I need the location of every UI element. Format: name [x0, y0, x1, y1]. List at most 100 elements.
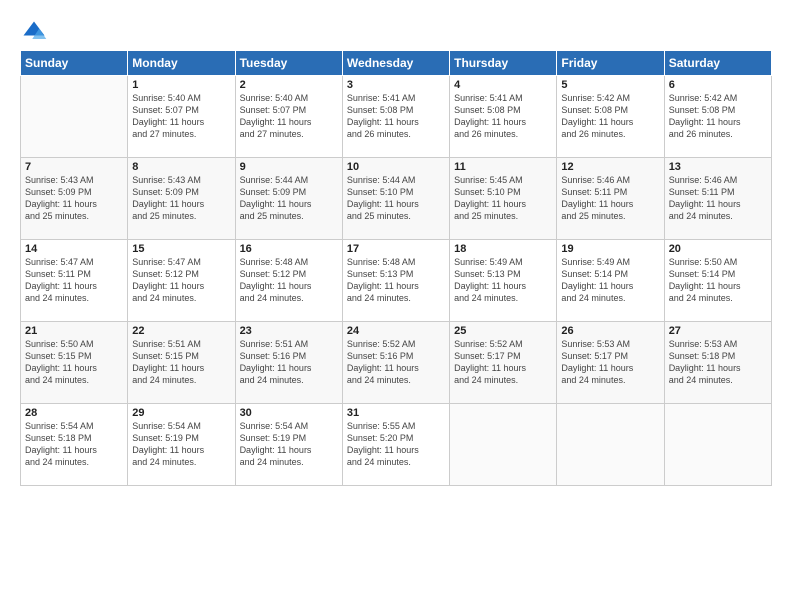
- day-info: Sunrise: 5:54 AM Sunset: 5:18 PM Dayligh…: [25, 420, 123, 469]
- day-number: 16: [240, 243, 338, 255]
- day-number: 19: [561, 243, 659, 255]
- header: [20, 18, 772, 46]
- day-info: Sunrise: 5:51 AM Sunset: 5:15 PM Dayligh…: [132, 338, 230, 387]
- day-info: Sunrise: 5:46 AM Sunset: 5:11 PM Dayligh…: [669, 174, 767, 223]
- day-cell: 13Sunrise: 5:46 AM Sunset: 5:11 PM Dayli…: [664, 158, 771, 240]
- day-info: Sunrise: 5:49 AM Sunset: 5:13 PM Dayligh…: [454, 256, 552, 305]
- day-cell: 10Sunrise: 5:44 AM Sunset: 5:10 PM Dayli…: [342, 158, 449, 240]
- day-number: 3: [347, 79, 445, 91]
- day-info: Sunrise: 5:55 AM Sunset: 5:20 PM Dayligh…: [347, 420, 445, 469]
- day-number: 21: [25, 325, 123, 337]
- day-cell: 20Sunrise: 5:50 AM Sunset: 5:14 PM Dayli…: [664, 240, 771, 322]
- day-number: 23: [240, 325, 338, 337]
- week-row-2: 14Sunrise: 5:47 AM Sunset: 5:11 PM Dayli…: [21, 240, 772, 322]
- day-number: 18: [454, 243, 552, 255]
- day-cell: 4Sunrise: 5:41 AM Sunset: 5:08 PM Daylig…: [450, 76, 557, 158]
- day-number: 29: [132, 407, 230, 419]
- day-number: 6: [669, 79, 767, 91]
- day-cell: 15Sunrise: 5:47 AM Sunset: 5:12 PM Dayli…: [128, 240, 235, 322]
- day-info: Sunrise: 5:52 AM Sunset: 5:17 PM Dayligh…: [454, 338, 552, 387]
- day-cell: [557, 404, 664, 486]
- day-info: Sunrise: 5:40 AM Sunset: 5:07 PM Dayligh…: [240, 92, 338, 141]
- day-number: 13: [669, 161, 767, 173]
- header-cell-wednesday: Wednesday: [342, 51, 449, 76]
- day-info: Sunrise: 5:44 AM Sunset: 5:10 PM Dayligh…: [347, 174, 445, 223]
- day-cell: 8Sunrise: 5:43 AM Sunset: 5:09 PM Daylig…: [128, 158, 235, 240]
- day-cell: 7Sunrise: 5:43 AM Sunset: 5:09 PM Daylig…: [21, 158, 128, 240]
- day-number: 26: [561, 325, 659, 337]
- day-number: 22: [132, 325, 230, 337]
- day-number: 17: [347, 243, 445, 255]
- day-cell: 31Sunrise: 5:55 AM Sunset: 5:20 PM Dayli…: [342, 404, 449, 486]
- day-info: Sunrise: 5:41 AM Sunset: 5:08 PM Dayligh…: [347, 92, 445, 141]
- day-info: Sunrise: 5:42 AM Sunset: 5:08 PM Dayligh…: [561, 92, 659, 141]
- day-info: Sunrise: 5:50 AM Sunset: 5:14 PM Dayligh…: [669, 256, 767, 305]
- day-cell: 11Sunrise: 5:45 AM Sunset: 5:10 PM Dayli…: [450, 158, 557, 240]
- week-row-4: 28Sunrise: 5:54 AM Sunset: 5:18 PM Dayli…: [21, 404, 772, 486]
- day-info: Sunrise: 5:43 AM Sunset: 5:09 PM Dayligh…: [25, 174, 123, 223]
- day-cell: 25Sunrise: 5:52 AM Sunset: 5:17 PM Dayli…: [450, 322, 557, 404]
- header-cell-monday: Monday: [128, 51, 235, 76]
- day-number: 24: [347, 325, 445, 337]
- day-number: 1: [132, 79, 230, 91]
- day-cell: 24Sunrise: 5:52 AM Sunset: 5:16 PM Dayli…: [342, 322, 449, 404]
- header-cell-friday: Friday: [557, 51, 664, 76]
- calendar-table: SundayMondayTuesdayWednesdayThursdayFrid…: [20, 50, 772, 486]
- header-cell-sunday: Sunday: [21, 51, 128, 76]
- day-cell: 14Sunrise: 5:47 AM Sunset: 5:11 PM Dayli…: [21, 240, 128, 322]
- day-cell: 27Sunrise: 5:53 AM Sunset: 5:18 PM Dayli…: [664, 322, 771, 404]
- day-info: Sunrise: 5:40 AM Sunset: 5:07 PM Dayligh…: [132, 92, 230, 141]
- day-info: Sunrise: 5:50 AM Sunset: 5:15 PM Dayligh…: [25, 338, 123, 387]
- day-info: Sunrise: 5:54 AM Sunset: 5:19 PM Dayligh…: [240, 420, 338, 469]
- day-number: 15: [132, 243, 230, 255]
- day-cell: 29Sunrise: 5:54 AM Sunset: 5:19 PM Dayli…: [128, 404, 235, 486]
- day-number: 5: [561, 79, 659, 91]
- calendar-header: SundayMondayTuesdayWednesdayThursdayFrid…: [21, 51, 772, 76]
- day-number: 4: [454, 79, 552, 91]
- day-info: Sunrise: 5:45 AM Sunset: 5:10 PM Dayligh…: [454, 174, 552, 223]
- week-row-0: 1Sunrise: 5:40 AM Sunset: 5:07 PM Daylig…: [21, 76, 772, 158]
- day-info: Sunrise: 5:42 AM Sunset: 5:08 PM Dayligh…: [669, 92, 767, 141]
- day-cell: 5Sunrise: 5:42 AM Sunset: 5:08 PM Daylig…: [557, 76, 664, 158]
- day-cell: 22Sunrise: 5:51 AM Sunset: 5:15 PM Dayli…: [128, 322, 235, 404]
- day-cell: 2Sunrise: 5:40 AM Sunset: 5:07 PM Daylig…: [235, 76, 342, 158]
- day-cell: 30Sunrise: 5:54 AM Sunset: 5:19 PM Dayli…: [235, 404, 342, 486]
- day-number: 7: [25, 161, 123, 173]
- calendar-body: 1Sunrise: 5:40 AM Sunset: 5:07 PM Daylig…: [21, 76, 772, 486]
- day-info: Sunrise: 5:44 AM Sunset: 5:09 PM Dayligh…: [240, 174, 338, 223]
- day-number: 2: [240, 79, 338, 91]
- day-info: Sunrise: 5:54 AM Sunset: 5:19 PM Dayligh…: [132, 420, 230, 469]
- day-cell: 21Sunrise: 5:50 AM Sunset: 5:15 PM Dayli…: [21, 322, 128, 404]
- day-info: Sunrise: 5:53 AM Sunset: 5:18 PM Dayligh…: [669, 338, 767, 387]
- day-cell: 23Sunrise: 5:51 AM Sunset: 5:16 PM Dayli…: [235, 322, 342, 404]
- day-info: Sunrise: 5:51 AM Sunset: 5:16 PM Dayligh…: [240, 338, 338, 387]
- header-cell-saturday: Saturday: [664, 51, 771, 76]
- day-cell: 12Sunrise: 5:46 AM Sunset: 5:11 PM Dayli…: [557, 158, 664, 240]
- day-cell: [450, 404, 557, 486]
- day-info: Sunrise: 5:47 AM Sunset: 5:12 PM Dayligh…: [132, 256, 230, 305]
- day-cell: 6Sunrise: 5:42 AM Sunset: 5:08 PM Daylig…: [664, 76, 771, 158]
- day-number: 14: [25, 243, 123, 255]
- day-number: 9: [240, 161, 338, 173]
- day-number: 30: [240, 407, 338, 419]
- day-cell: 28Sunrise: 5:54 AM Sunset: 5:18 PM Dayli…: [21, 404, 128, 486]
- day-number: 27: [669, 325, 767, 337]
- day-cell: [21, 76, 128, 158]
- day-cell: 26Sunrise: 5:53 AM Sunset: 5:17 PM Dayli…: [557, 322, 664, 404]
- week-row-1: 7Sunrise: 5:43 AM Sunset: 5:09 PM Daylig…: [21, 158, 772, 240]
- day-number: 31: [347, 407, 445, 419]
- day-info: Sunrise: 5:41 AM Sunset: 5:08 PM Dayligh…: [454, 92, 552, 141]
- day-cell: 17Sunrise: 5:48 AM Sunset: 5:13 PM Dayli…: [342, 240, 449, 322]
- day-number: 20: [669, 243, 767, 255]
- day-cell: 3Sunrise: 5:41 AM Sunset: 5:08 PM Daylig…: [342, 76, 449, 158]
- day-info: Sunrise: 5:49 AM Sunset: 5:14 PM Dayligh…: [561, 256, 659, 305]
- day-info: Sunrise: 5:47 AM Sunset: 5:11 PM Dayligh…: [25, 256, 123, 305]
- day-info: Sunrise: 5:43 AM Sunset: 5:09 PM Dayligh…: [132, 174, 230, 223]
- day-cell: [664, 404, 771, 486]
- day-number: 10: [347, 161, 445, 173]
- header-row: SundayMondayTuesdayWednesdayThursdayFrid…: [21, 51, 772, 76]
- week-row-3: 21Sunrise: 5:50 AM Sunset: 5:15 PM Dayli…: [21, 322, 772, 404]
- day-number: 11: [454, 161, 552, 173]
- day-cell: 18Sunrise: 5:49 AM Sunset: 5:13 PM Dayli…: [450, 240, 557, 322]
- day-cell: 1Sunrise: 5:40 AM Sunset: 5:07 PM Daylig…: [128, 76, 235, 158]
